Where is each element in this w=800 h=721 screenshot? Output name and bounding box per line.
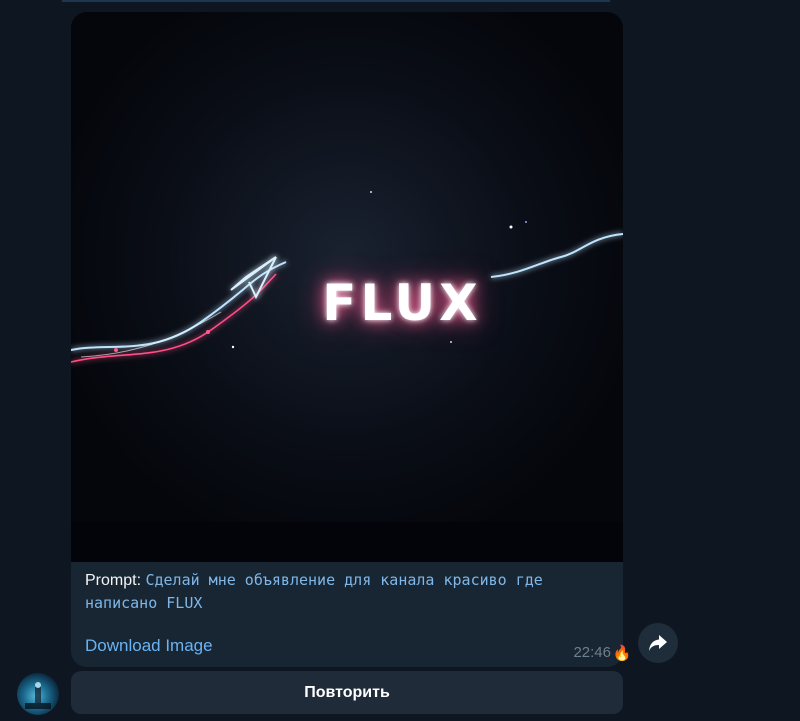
- repeat-button[interactable]: Повторить: [71, 671, 623, 714]
- share-arrow-icon: [649, 635, 667, 651]
- message-bubble: FLUX Prompt: Сделай мне объявление для к…: [71, 12, 623, 667]
- prompt-caption: Prompt: Сделай мне объявление для канала…: [85, 569, 605, 615]
- bot-avatar[interactable]: [17, 673, 59, 715]
- fire-reaction-icon[interactable]: 🔥: [611, 643, 633, 665]
- top-separator: [62, 0, 610, 2]
- prompt-label: Prompt:: [85, 572, 142, 589]
- avatar-image: [25, 682, 51, 709]
- flux-neon-title: FLUX: [322, 274, 482, 332]
- prompt-text: Сделай мне объявление для канала красиво…: [85, 571, 543, 612]
- forward-button[interactable]: [638, 623, 678, 663]
- generated-image[interactable]: FLUX: [71, 12, 623, 562]
- message-time: 22:46: [573, 644, 611, 661]
- download-image-link[interactable]: Download Image: [85, 636, 213, 656]
